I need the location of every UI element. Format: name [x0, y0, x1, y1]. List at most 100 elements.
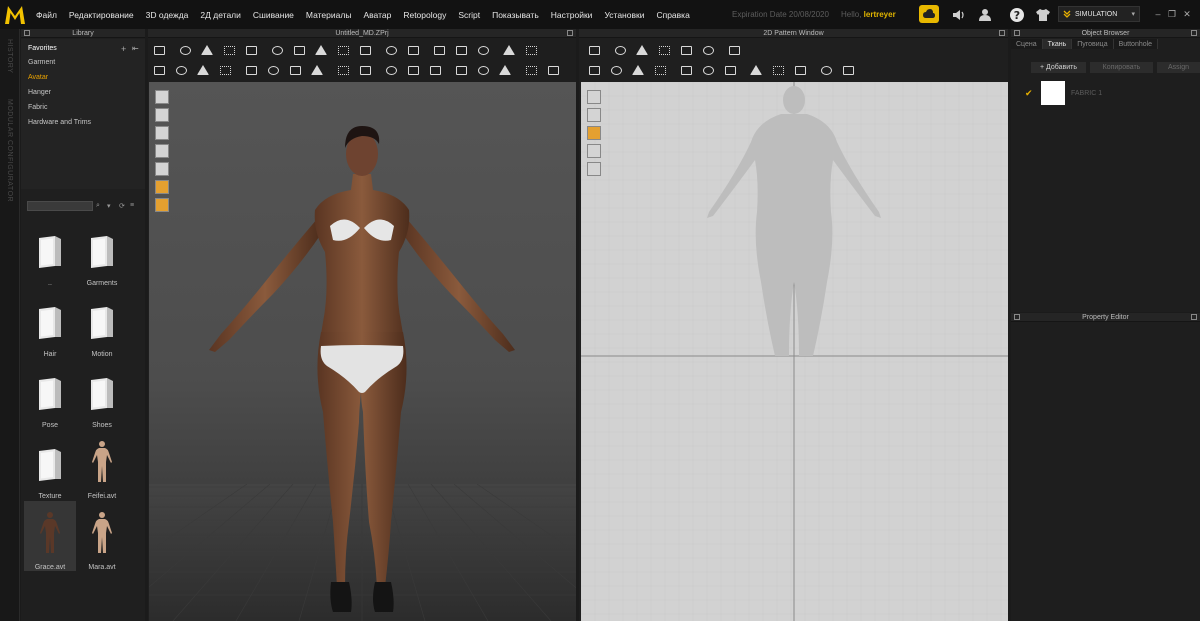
- shading-display-icon[interactable]: [155, 162, 169, 176]
- transform-icon[interactable]: [587, 108, 601, 122]
- viewport-3d-scene[interactable]: [149, 82, 576, 621]
- library-tile[interactable]: Garments: [76, 217, 128, 287]
- garment-3d-tool-icon[interactable]: [402, 41, 424, 59]
- library-tile[interactable]: Hair: [24, 288, 76, 358]
- garment-3d-tool-icon[interactable]: [196, 41, 218, 59]
- user-icon[interactable]: [976, 6, 994, 24]
- fabric-display-icon[interactable]: [155, 108, 169, 122]
- garment-3d-tool-icon[interactable]: [332, 41, 354, 59]
- menu-settings[interactable]: Настройки: [545, 10, 599, 20]
- pattern-2d-tool-icon[interactable]: [653, 41, 675, 59]
- tree-item-hardware-trims[interactable]: Hardware and Trims: [28, 119, 91, 126]
- pattern-2d-canvas[interactable]: [581, 82, 1008, 621]
- tree-item-fabric[interactable]: Fabric: [28, 104, 47, 111]
- garment-3d-sew-tool-icon[interactable]: [450, 61, 472, 79]
- chevron-down-icon[interactable]: ▾: [107, 202, 111, 210]
- garment-3d-sew-tool-icon[interactable]: [192, 61, 214, 79]
- minimize-icon[interactable]: –: [1152, 8, 1164, 20]
- garment-3d-tool-icon[interactable]: [428, 41, 450, 59]
- tree-item-favorites[interactable]: Favorites: [28, 45, 57, 52]
- garment-3d-sew-tool-icon[interactable]: [472, 61, 494, 79]
- pin-icon[interactable]: [1191, 30, 1197, 36]
- garment-3d-sew-tool-icon[interactable]: [494, 61, 516, 79]
- skin-display-icon[interactable]: [155, 180, 169, 194]
- list-view-icon[interactable]: ≡: [130, 202, 134, 209]
- garment-3d-tool-icon[interactable]: [498, 41, 520, 59]
- tree-item-avatar[interactable]: Avatar: [28, 74, 48, 81]
- pattern-2d-edit-tool-icon[interactable]: [649, 61, 671, 79]
- app-logo[interactable]: [0, 0, 30, 29]
- garment-3d-tool-icon[interactable]: [380, 41, 402, 59]
- tab-fabric[interactable]: Ткань: [1042, 39, 1073, 49]
- garment-3d-sew-tool-icon[interactable]: [240, 61, 262, 79]
- menu-display[interactable]: Показывать: [486, 10, 545, 20]
- undock-icon[interactable]: [24, 30, 30, 36]
- help-icon[interactable]: ?: [1008, 6, 1026, 24]
- pattern-2d-edit-tool-icon[interactable]: [789, 61, 811, 79]
- speaker-icon[interactable]: [950, 6, 968, 24]
- garment-3d-sew-tool-icon[interactable]: [306, 61, 328, 79]
- garment-3d-sew-tool-icon[interactable]: [332, 61, 354, 79]
- pattern-2d-edit-tool-icon[interactable]: [745, 61, 767, 79]
- pattern-2d-edit-tool-icon[interactable]: [697, 61, 719, 79]
- library-tile[interactable]: Texture: [24, 430, 76, 500]
- undock-icon[interactable]: [1014, 30, 1020, 36]
- pattern-display-icon[interactable]: [587, 144, 601, 158]
- restore-icon[interactable]: ❐: [1166, 8, 1178, 20]
- close-icon[interactable]: ✕: [1181, 8, 1193, 20]
- garment-3d-sew-tool-icon[interactable]: [354, 61, 376, 79]
- menu-edit[interactable]: Редактирование: [63, 10, 140, 20]
- assign-fabric-button[interactable]: Assign: [1157, 62, 1200, 73]
- pattern-2d-tool-icon[interactable]: [609, 41, 631, 59]
- pin-icon[interactable]: [1191, 314, 1197, 320]
- cloud-icon[interactable]: [919, 5, 939, 23]
- pattern-2d-tool-icon[interactable]: [697, 41, 719, 59]
- tree-item-garment[interactable]: Garment: [28, 59, 55, 66]
- garment-3d-tool-icon[interactable]: [148, 41, 170, 59]
- menu-2d-pattern[interactable]: 2Д детали: [194, 10, 246, 20]
- texture-display-icon[interactable]: [155, 144, 169, 158]
- library-tile[interactable]: ..: [24, 217, 76, 287]
- tab-button[interactable]: Пуговица: [1072, 39, 1114, 49]
- garment-3d-sew-tool-icon[interactable]: [542, 61, 564, 79]
- pattern-2d-edit-tool-icon[interactable]: [767, 61, 789, 79]
- menu-3d-garment[interactable]: 3D одежда: [140, 10, 195, 20]
- garment-3d-sew-tool-icon[interactable]: [402, 61, 424, 79]
- history-tab[interactable]: HISTORY: [6, 39, 13, 73]
- tab-buttonhole[interactable]: Buttonhole: [1113, 39, 1159, 49]
- garment-3d-sew-tool-icon[interactable]: [170, 61, 192, 79]
- tree-item-hanger[interactable]: Hanger: [28, 89, 51, 96]
- garment-3d-tool-icon[interactable]: [266, 41, 288, 59]
- pattern-2d-edit-tool-icon[interactable]: [675, 61, 697, 79]
- pattern-2d-tool-icon[interactable]: [723, 41, 745, 59]
- pattern-2d-edit-tool-icon[interactable]: [583, 61, 605, 79]
- garment-3d-tool-icon[interactable]: [240, 41, 262, 59]
- fabric-list-item[interactable]: ✔ FABRIC 1: [1025, 81, 1102, 105]
- library-tile[interactable]: Pose: [24, 359, 76, 429]
- texture-display-icon[interactable]: [587, 162, 601, 176]
- copy-fabric-button[interactable]: Копировать: [1090, 62, 1153, 73]
- menu-sewing[interactable]: Сшивание: [247, 10, 300, 20]
- tab-scene[interactable]: Сцена: [1011, 39, 1043, 49]
- environment-display-icon[interactable]: [155, 198, 169, 212]
- library-tile[interactable]: Motion: [76, 288, 128, 358]
- avatar-display-icon[interactable]: [155, 126, 169, 140]
- undock-icon[interactable]: [567, 30, 573, 36]
- garment-3d-sew-tool-icon[interactable]: [284, 61, 306, 79]
- menu-preferences[interactable]: Установки: [598, 10, 650, 20]
- library-tile[interactable]: Shoes: [76, 359, 128, 429]
- garment-3d-sew-tool-icon[interactable]: [520, 61, 542, 79]
- menu-avatar[interactable]: Аватар: [357, 10, 397, 20]
- garment-3d-tool-icon[interactable]: [354, 41, 376, 59]
- pattern-2d-edit-tool-icon[interactable]: [837, 61, 859, 79]
- menu-file[interactable]: Файл: [30, 10, 63, 20]
- garment-3d-tool-icon[interactable]: [472, 41, 494, 59]
- info-icon[interactable]: [587, 126, 601, 140]
- garment-3d-sew-tool-icon[interactable]: [148, 61, 170, 79]
- garment-3d-tool-icon[interactable]: [218, 41, 240, 59]
- garment-display-icon[interactable]: [155, 90, 169, 104]
- library-tile[interactable]: Feifei.avt: [76, 430, 128, 500]
- library-tile[interactable]: Mara.avt: [76, 501, 128, 571]
- garment-3d-tool-icon[interactable]: [288, 41, 310, 59]
- menu-script[interactable]: Script: [452, 10, 486, 20]
